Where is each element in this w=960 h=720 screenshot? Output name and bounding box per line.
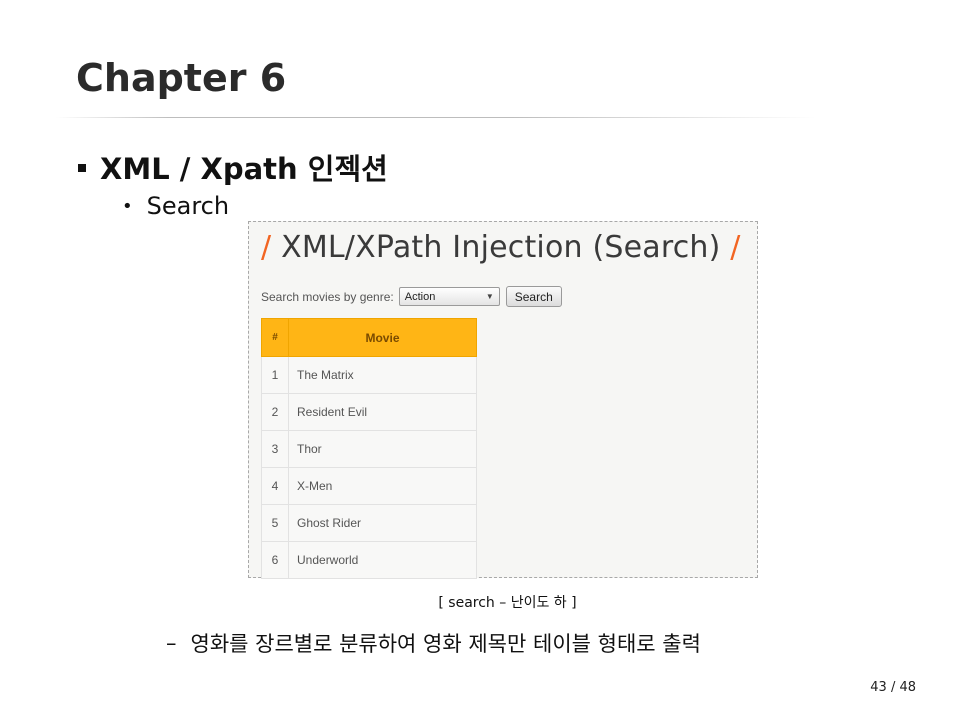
row-number: 4: [261, 467, 289, 505]
bullet-level1-text: XML / Xpath 인젝션: [100, 152, 388, 186]
bullet-level2: • Search: [122, 192, 229, 220]
table-row: 4 X-Men: [261, 467, 477, 505]
row-movie-title: The Matrix: [288, 356, 477, 394]
column-header-number: #: [261, 318, 289, 357]
table-row: 5 Ghost Rider: [261, 504, 477, 542]
description-bullet: – 영화를 장르별로 분류하여 영화 제목만 테이블 형태로 출력: [166, 628, 701, 658]
row-number: 2: [261, 393, 289, 431]
app-screenshot-panel: / XML/XPath Injection (Search) / Search …: [248, 221, 758, 579]
header-slash-right: /: [730, 230, 741, 265]
row-movie-title: Thor: [288, 430, 477, 468]
row-number: 1: [261, 356, 289, 394]
table-row: 2 Resident Evil: [261, 393, 477, 431]
dot-bullet-icon: •: [122, 195, 133, 217]
description-text: 영화를 장르별로 분류하여 영화 제목만 테이블 형태로 출력: [190, 632, 701, 656]
movie-results-table: # Movie 1 The Matrix 2 Resident Evil 3 T…: [261, 318, 477, 579]
title-divider: [56, 117, 816, 118]
table-row: 1 The Matrix: [261, 356, 477, 394]
page-number: 43 / 48: [870, 680, 916, 695]
table-row: 3 Thor: [261, 430, 477, 468]
bullet-level2-text: Search: [146, 192, 230, 220]
search-button[interactable]: Search: [505, 286, 562, 307]
row-number: 6: [261, 541, 289, 579]
chevron-down-icon: ▼: [485, 292, 494, 301]
column-header-movie: Movie: [288, 318, 477, 357]
header-slash-left: /: [261, 230, 272, 265]
row-movie-title: Resident Evil: [288, 393, 477, 431]
row-movie-title: Underworld: [288, 541, 477, 579]
row-movie-title: Ghost Rider: [288, 504, 477, 542]
table-header-row: # Movie: [261, 318, 477, 357]
genre-search-label: Search movies by genre:: [261, 289, 394, 304]
slide-title: Chapter 6: [76, 56, 287, 100]
row-movie-title: X-Men: [288, 467, 477, 505]
genre-search-form: Search movies by genre: Action ▼ Search: [261, 286, 562, 307]
row-number: 3: [261, 430, 289, 468]
square-bullet-icon: [78, 164, 86, 172]
figure-caption: [ search – 난이도 하 ]: [438, 595, 577, 611]
app-page-title: XML/XPath Injection (Search): [281, 230, 721, 265]
table-row: 6 Underworld: [261, 541, 477, 579]
dash-bullet-icon: –: [166, 631, 177, 655]
genre-select[interactable]: Action ▼: [398, 287, 500, 306]
app-page-header: / XML/XPath Injection (Search) /: [261, 230, 741, 265]
genre-select-value: Action: [404, 290, 436, 303]
bullet-level1: XML / Xpath 인젝션: [78, 146, 388, 188]
row-number: 5: [261, 504, 289, 542]
